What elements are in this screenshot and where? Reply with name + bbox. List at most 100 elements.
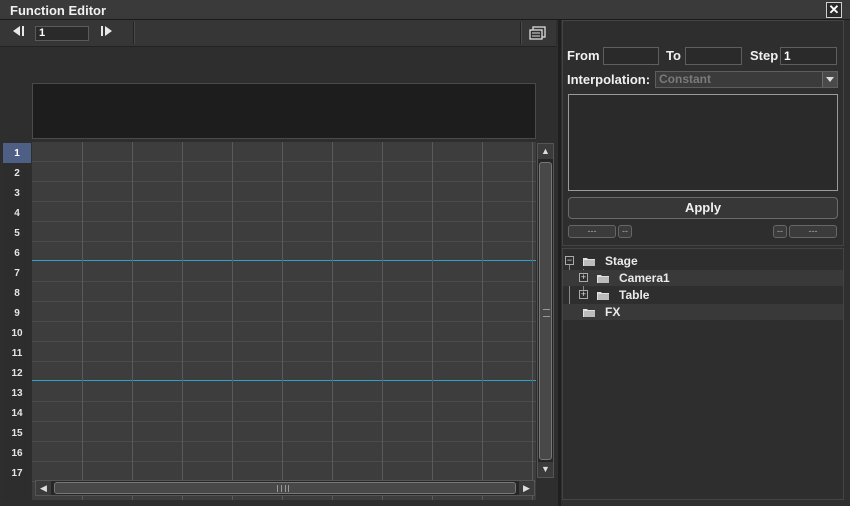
expand-icon[interactable]: + [579,273,588,282]
grid-row-line [32,401,536,402]
row-number[interactable]: 15 [3,423,31,443]
chevron-down-icon[interactable] [822,72,837,87]
function-grid-pane: 1 1 2 3 4 5 6 7 8 9 10 11 12 13 14 15 16 17 ▲ ▼ ◀ ▶ [0,20,558,506]
interpolation-value: Constant [659,72,711,86]
grid-column-line [532,142,533,500]
row-number[interactable]: 9 [3,303,31,323]
toolbar-divider [133,22,135,44]
grid-row-line [32,201,536,202]
horizontal-scroll-thumb[interactable] [54,482,516,494]
grid-column-line [432,142,433,500]
small-left-button[interactable]: --- [568,225,616,238]
interpolation-label: Interpolation: [567,72,651,87]
from-label: From [567,48,600,63]
folder-icon [597,275,609,283]
panel-toggle-button[interactable] [529,26,547,40]
horizontal-scrollbar[interactable]: ◀ ▶ [35,480,535,496]
expand-icon[interactable]: + [579,290,588,299]
row-number[interactable]: 1 [3,143,31,163]
row-number[interactable]: 8 [3,283,31,303]
row-number[interactable]: 12 [3,363,31,383]
toolbar-divider [520,22,522,44]
row-number[interactable]: 5 [3,223,31,243]
grid-row-line [32,161,536,162]
step-field[interactable]: 1 [780,47,837,65]
scroll-up-icon[interactable]: ▲ [538,144,553,159]
row-number[interactable]: 16 [3,443,31,463]
frame-input[interactable]: 1 [35,26,89,41]
grid-row-line [32,421,536,422]
folder-icon [583,309,595,317]
close-icon: ✕ [828,2,840,17]
grid-row-line [32,241,536,242]
tree-item-label: Camera1 [619,271,670,285]
row-number[interactable]: 7 [3,263,31,283]
expression-text-area[interactable] [568,94,838,191]
grid-row-line [32,181,536,182]
grid-column-line [182,142,183,500]
row-number[interactable]: 2 [3,163,31,183]
grid-column-line [132,142,133,500]
vertical-scrollbar[interactable]: ▲ ▼ [537,143,554,478]
grid-row-line [32,301,536,302]
row-number[interactable]: 6 [3,243,31,263]
scroll-left-icon[interactable]: ◀ [36,481,51,495]
to-label: To [666,48,681,63]
grid-column-line [232,142,233,500]
function-preview-area [32,83,536,139]
folder-icon [597,292,609,300]
grid-row-line [32,461,536,462]
scroll-down-icon[interactable]: ▼ [538,462,553,477]
marker-line [32,380,536,381]
grip-icon [543,309,550,317]
grid-row-line [32,321,536,322]
pane-splitter[interactable] [558,20,561,506]
scroll-right-icon[interactable]: ▶ [519,481,534,495]
grid-row-line [32,281,536,282]
grip-icon [277,485,289,492]
row-number[interactable]: 13 [3,383,31,403]
folder-icon [583,258,595,266]
tree-item-label: Table [619,288,650,302]
row-number[interactable]: 17 [3,463,31,483]
tree-item-table[interactable]: + Table [563,287,843,303]
collapse-icon[interactable]: − [565,256,574,265]
small-right-toggle[interactable]: -- [773,225,787,238]
interpolation-dropdown[interactable]: Constant [655,71,838,88]
tree-item-fx[interactable]: FX [563,304,843,320]
scene-tree-panel: − Stage + Camera1 + Table FX [562,248,844,500]
row-number[interactable]: 4 [3,203,31,223]
small-left-toggle[interactable]: -- [618,225,632,238]
from-field[interactable] [603,47,659,65]
step-label: Step [750,48,779,63]
tree-item-camera1[interactable]: + Camera1 [563,270,843,286]
grid-row-line [32,341,536,342]
row-number[interactable]: 10 [3,323,31,343]
window-title: Function Editor [10,3,107,18]
prev-frame-button[interactable] [8,25,30,41]
tree-item-label: FX [605,305,621,319]
grid-row-line [32,441,536,442]
grid-column-line [82,142,83,500]
title-bar: Function Editor ✕ [0,0,850,20]
to-field[interactable] [685,47,742,65]
panel-toggle-icon [529,26,546,40]
small-right-button[interactable]: --- [789,225,837,238]
grid-column-line [482,142,483,500]
close-button[interactable]: ✕ [826,2,842,18]
next-frame-button[interactable] [95,25,117,41]
step-back-icon [13,26,24,36]
row-number[interactable]: 14 [3,403,31,423]
marker-line [32,260,536,261]
tree-item-stage[interactable]: − Stage [563,253,843,269]
apply-button[interactable]: Apply [568,197,838,219]
row-number[interactable]: 3 [3,183,31,203]
vertical-scroll-thumb[interactable] [539,162,552,460]
row-number[interactable]: 11 [3,343,31,363]
tree-item-label: Stage [605,254,638,268]
step-forward-icon [101,26,112,36]
function-grid[interactable] [32,142,536,500]
grid-row-line [32,221,536,222]
grid-column-line [382,142,383,500]
grid-column-line [282,142,283,500]
